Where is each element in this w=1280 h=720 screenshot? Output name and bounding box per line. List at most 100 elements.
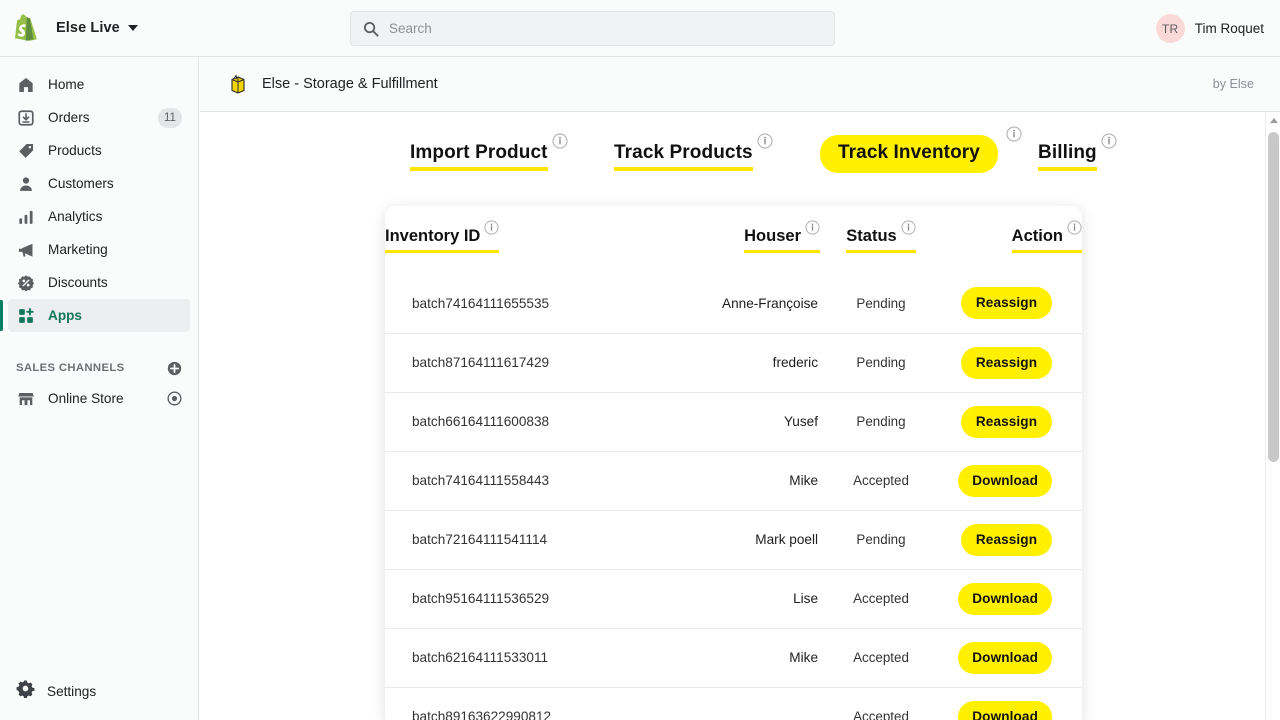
inventory-card: Inventory ID Hous — [385, 206, 1082, 720]
row-action-button[interactable]: Reassign — [961, 524, 1052, 556]
row-action-button[interactable]: Download — [958, 701, 1052, 720]
sidebar-item-marketing[interactable]: Marketing — [8, 233, 190, 266]
cell-action: Reassign — [942, 510, 1082, 569]
store-icon — [16, 389, 36, 409]
table-row: batch72164111541114 Mark poell Pending R… — [385, 510, 1082, 569]
triangle-up-icon[interactable] — [1266, 112, 1280, 129]
sidebar: Home Orders 11 Products — [0, 57, 199, 720]
column-header-label: Inventory ID — [385, 227, 480, 246]
table-row: batch62164111533011 Mike Accepted Downlo… — [385, 628, 1082, 687]
sidebar-item-label: Orders — [48, 110, 90, 125]
avatar: TR — [1156, 14, 1185, 43]
cell-status: Pending — [820, 510, 942, 569]
shop-picker[interactable]: Else Live — [0, 14, 138, 42]
sidebar-item-label: Discounts — [48, 275, 108, 290]
cell-inventory-id: batch74164111558443 — [385, 451, 645, 510]
info-icon[interactable] — [901, 220, 916, 235]
row-action-button[interactable]: Reassign — [961, 287, 1052, 319]
cell-action: Reassign — [942, 392, 1082, 451]
tab-label: Import Product — [410, 142, 548, 171]
row-action-button[interactable]: Reassign — [961, 347, 1052, 379]
info-icon[interactable] — [1006, 126, 1022, 142]
search-bar[interactable] — [350, 11, 835, 46]
tab-track-products[interactable]: Track Products — [614, 142, 773, 171]
home-icon — [16, 75, 36, 95]
cell-status: Accepted — [820, 628, 942, 687]
sidebar-item-products[interactable]: Products — [8, 134, 190, 167]
cell-inventory-id: batch62164111533011 — [385, 628, 645, 687]
table-row: batch66164111600838 Yusef Pending Reassi… — [385, 392, 1082, 451]
search-input[interactable] — [389, 21, 809, 36]
cell-inventory-id: batch87164111617429 — [385, 333, 645, 392]
info-icon[interactable] — [1101, 133, 1117, 149]
column-header-status[interactable]: Status — [820, 206, 942, 274]
sidebar-item-label: Customers — [48, 176, 114, 191]
sidebar-item-online-store[interactable]: Online Store — [8, 382, 190, 415]
column-header-houser[interactable]: Houser — [645, 206, 820, 274]
app-title: Else - Storage & Fulfillment — [262, 76, 438, 92]
column-header-action[interactable]: Action — [942, 206, 1082, 274]
cell-inventory-id: batch66164111600838 — [385, 392, 645, 451]
table-head: Inventory ID Hous — [385, 206, 1082, 274]
orders-badge: 11 — [158, 108, 182, 128]
cell-houser: Mike — [645, 628, 820, 687]
tab-track-inventory[interactable]: Track Inventory — [820, 142, 1022, 173]
info-icon[interactable] — [1067, 220, 1082, 235]
table-row: batch74164111558443 Mike Accepted Downlo… — [385, 451, 1082, 510]
cell-status: Accepted — [820, 687, 942, 720]
tab-import-product[interactable]: Import Product — [410, 142, 568, 171]
sidebar-item-analytics[interactable]: Analytics — [8, 200, 190, 233]
info-icon[interactable] — [484, 220, 499, 235]
table-header-row: Inventory ID Hous — [385, 206, 1082, 274]
sales-channels-title: SALES CHANNELS — [16, 362, 124, 374]
cell-houser: Lise — [645, 569, 820, 628]
row-action-button[interactable]: Download — [958, 583, 1052, 615]
sidebar-item-orders[interactable]: Orders 11 — [8, 101, 190, 134]
cell-action: Reassign — [942, 274, 1082, 333]
cell-status: Accepted — [820, 569, 942, 628]
tab-billing[interactable]: Billing — [1038, 142, 1117, 171]
user-menu[interactable]: TR Tim Roquet — [1156, 0, 1264, 57]
column-header-inventory-id[interactable]: Inventory ID — [385, 206, 645, 274]
row-action-button[interactable]: Download — [958, 465, 1052, 497]
shopify-bag-icon — [12, 14, 38, 42]
sidebar-item-home[interactable]: Home — [8, 68, 190, 101]
sidebar-item-discounts[interactable]: Discounts — [8, 266, 190, 299]
info-icon[interactable] — [757, 133, 773, 149]
cell-houser: Anne-Françoise — [645, 274, 820, 333]
table-row: batch95164111536529 Lise Accepted Downlo… — [385, 569, 1082, 628]
inventory-table: Inventory ID Hous — [385, 206, 1082, 720]
sidebar-nav: Home Orders 11 Products — [0, 57, 198, 332]
tag-icon — [16, 141, 36, 161]
row-action-button[interactable]: Download — [958, 642, 1052, 674]
column-header-label: Action — [1012, 227, 1063, 246]
cell-status: Pending — [820, 274, 942, 333]
gear-icon — [16, 679, 35, 703]
app-content: Import Product Track Products Track — [200, 112, 1280, 720]
discount-icon — [16, 273, 36, 293]
tab-label: Track Products — [614, 142, 753, 171]
cell-houser: Mike — [645, 451, 820, 510]
cell-action: Reassign — [942, 333, 1082, 392]
megaphone-icon — [16, 240, 36, 260]
sidebar-item-customers[interactable]: Customers — [8, 167, 190, 200]
user-name: Tim Roquet — [1195, 21, 1264, 36]
search-icon — [363, 21, 379, 37]
cell-houser: frederic — [645, 333, 820, 392]
cell-status: Pending — [820, 392, 942, 451]
chevron-down-icon — [128, 25, 138, 31]
sidebar-item-apps[interactable]: Apps — [8, 299, 190, 332]
vertical-scrollbar[interactable] — [1265, 112, 1280, 720]
sidebar-item-settings[interactable]: Settings — [0, 674, 199, 708]
sidebar-item-label: Products — [48, 143, 102, 158]
cell-inventory-id: batch72164111541114 — [385, 510, 645, 569]
cell-status: Accepted — [820, 451, 942, 510]
yellow-box-icon — [228, 73, 248, 95]
scrollbar-thumb[interactable] — [1268, 132, 1279, 462]
sidebar-item-label: Apps — [48, 308, 82, 323]
info-icon[interactable] — [805, 220, 820, 235]
row-action-button[interactable]: Reassign — [961, 406, 1052, 438]
plus-circle-icon[interactable] — [167, 361, 182, 376]
info-icon[interactable] — [552, 133, 568, 149]
eye-icon[interactable] — [167, 391, 182, 406]
